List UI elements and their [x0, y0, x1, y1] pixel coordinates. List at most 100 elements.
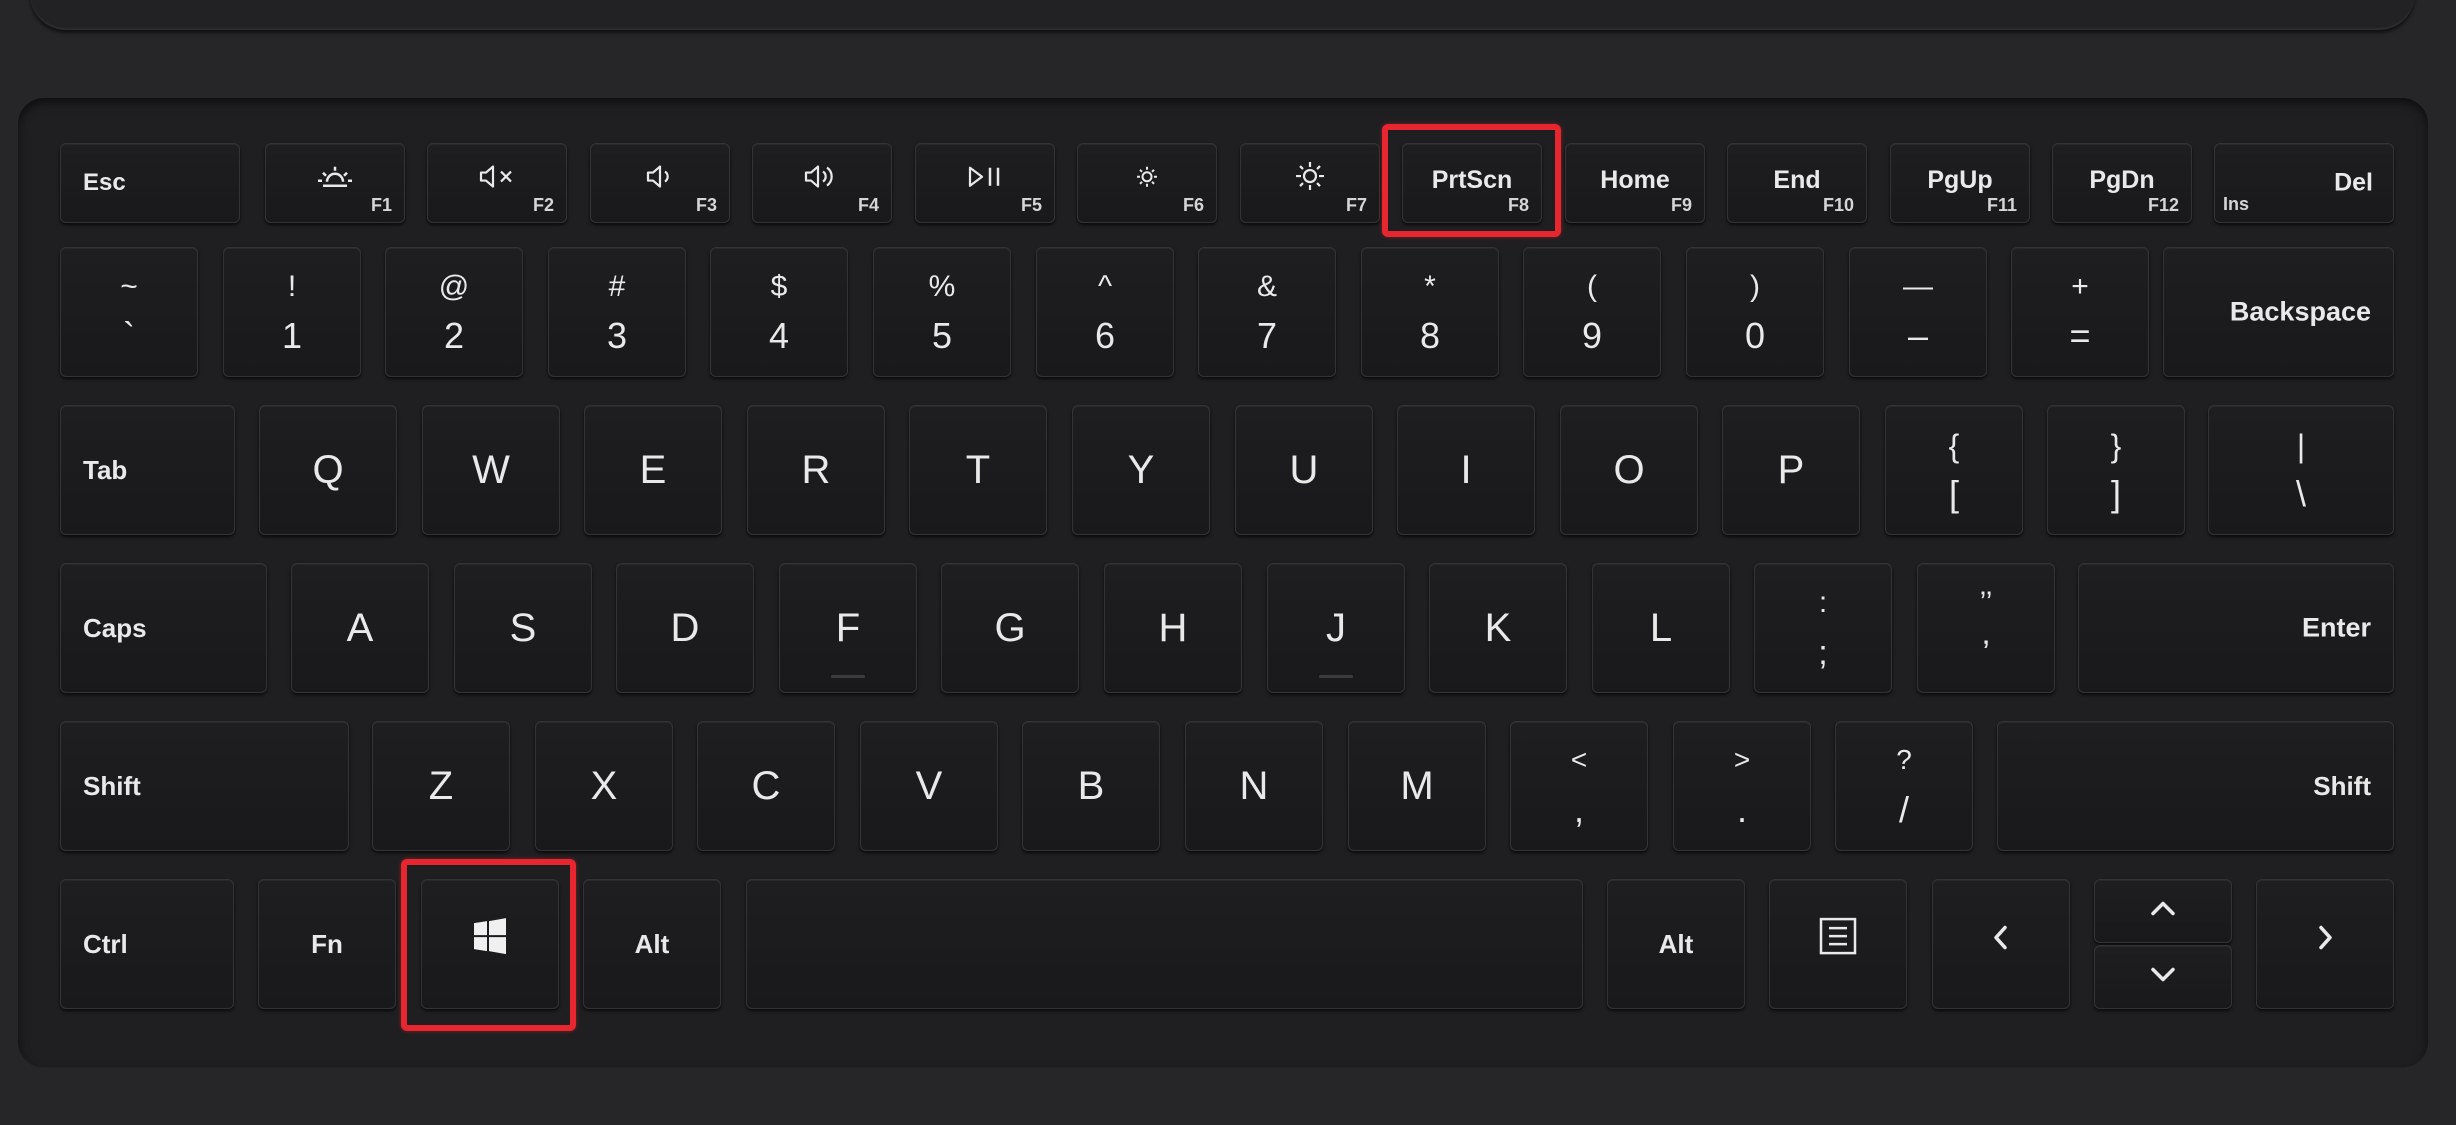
- key-y[interactable]: Y: [1072, 405, 1210, 535]
- key-arrow-down[interactable]: [2094, 945, 2232, 1009]
- home-row-nub: [831, 675, 865, 678]
- key-m[interactable]: M: [1348, 721, 1486, 851]
- key-2-at[interactable]: @2: [385, 247, 523, 377]
- play-pause-icon: [916, 164, 1054, 195]
- key-letter: F: [835, 606, 861, 650]
- key-home[interactable]: Home F9: [1565, 143, 1705, 223]
- key-w[interactable]: W: [422, 405, 560, 535]
- key-shift-left[interactable]: Shift: [60, 721, 349, 851]
- key-3-hash[interactable]: #3: [548, 247, 686, 377]
- key-f[interactable]: F: [779, 563, 917, 693]
- key-comma[interactable]: <,: [1510, 721, 1648, 851]
- key-n[interactable]: N: [1185, 721, 1323, 851]
- key-sym-tilde[interactable]: ~ `: [60, 247, 198, 377]
- key-semicolon[interactable]: :;: [1754, 563, 1892, 693]
- key-label: Del: [2334, 168, 2373, 197]
- key-4-dollar[interactable]: $4: [710, 247, 848, 377]
- key-7-ampersand[interactable]: & 7: [1198, 247, 1336, 377]
- key-letter: L: [1649, 606, 1673, 650]
- key-g[interactable]: G: [941, 563, 1079, 693]
- key-b[interactable]: B: [1022, 721, 1160, 851]
- function-key-number: F6: [1182, 195, 1204, 215]
- key-i[interactable]: I: [1397, 405, 1535, 535]
- key-shift-symbol: +: [2071, 270, 2089, 303]
- key-context-menu[interactable]: [1769, 879, 1907, 1009]
- key-q[interactable]: Q: [259, 405, 397, 535]
- key-z[interactable]: Z: [372, 721, 510, 851]
- key-j[interactable]: J: [1267, 563, 1405, 693]
- function-key-number: F9: [1670, 195, 1692, 215]
- key-letter: G: [994, 606, 1026, 650]
- key-shift-right[interactable]: Shift: [1997, 721, 2394, 851]
- key-f1[interactable]: F1: [265, 143, 405, 223]
- key-sym-underscore[interactable]: — –: [1849, 247, 1987, 377]
- key-a[interactable]: A: [291, 563, 429, 693]
- key-del[interactable]: Del Ins: [2214, 143, 2394, 223]
- key-h[interactable]: H: [1104, 563, 1242, 693]
- key-pgup[interactable]: PgUp F11: [1890, 143, 2030, 223]
- key-s[interactable]: S: [454, 563, 592, 693]
- key-caps[interactable]: Caps: [60, 563, 267, 693]
- key-f2[interactable]: F2: [427, 143, 567, 223]
- key-9-paren-open[interactable]: (9: [1523, 247, 1661, 377]
- key-letter: Q: [312, 448, 344, 492]
- key-primary-symbol: ’: [1982, 634, 1990, 672]
- key-enter[interactable]: Enter: [2078, 563, 2394, 693]
- key-0-paren-close[interactable]: ) 0: [1686, 247, 1824, 377]
- key-f4[interactable]: F4: [752, 143, 892, 223]
- key-ctrl[interactable]: Ctrl: [60, 879, 234, 1009]
- key-t[interactable]: T: [909, 405, 1047, 535]
- volume-down-icon: [591, 163, 729, 196]
- key-single-quote[interactable]: ’’’: [1917, 563, 2055, 693]
- key-label: Caps: [83, 613, 147, 643]
- key-5-percent[interactable]: % 5: [873, 247, 1011, 377]
- key-tab[interactable]: Tab: [60, 405, 235, 535]
- key-f6[interactable]: F6: [1077, 143, 1217, 223]
- brightness-down-icon: [1078, 164, 1216, 195]
- key-fn[interactable]: Fn: [258, 879, 396, 1009]
- key-8-asterisk[interactable]: * 8: [1361, 247, 1499, 377]
- key-k[interactable]: K: [1429, 563, 1567, 693]
- key-period[interactable]: >.: [1673, 721, 1811, 851]
- key-c[interactable]: C: [697, 721, 835, 851]
- key-space[interactable]: [746, 879, 1583, 1009]
- key-shift-symbol: :: [1818, 586, 1828, 619]
- key-primary-symbol: 0: [1744, 315, 1766, 356]
- key-l[interactable]: L: [1592, 563, 1730, 693]
- key-letter: M: [1400, 764, 1434, 808]
- key-esc[interactable]: Esc: [60, 143, 240, 223]
- function-key-number: F2: [532, 195, 554, 215]
- key-arrow-up[interactable]: [2094, 879, 2232, 943]
- key-f5[interactable]: F5: [915, 143, 1055, 223]
- key-sym-plus[interactable]: + =: [2011, 247, 2149, 377]
- key-bracket-open[interactable]: {[: [1885, 405, 2023, 535]
- key-primary-symbol: 9: [1581, 315, 1603, 356]
- key-f7[interactable]: F7: [1240, 143, 1380, 223]
- key-p[interactable]: P: [1722, 405, 1860, 535]
- arrow-down-icon: [2095, 965, 2231, 990]
- key-1-exclamation[interactable]: ! 1: [223, 247, 361, 377]
- key-alt-left[interactable]: Alt: [583, 879, 721, 1009]
- key-slash[interactable]: ? /: [1835, 721, 1973, 851]
- key-bracket-close[interactable]: }]: [2047, 405, 2185, 535]
- key-u[interactable]: U: [1235, 405, 1373, 535]
- key-f3[interactable]: F3: [590, 143, 730, 223]
- key-alt-right[interactable]: Alt: [1607, 879, 1745, 1009]
- key-r[interactable]: R: [747, 405, 885, 535]
- key-6-caret[interactable]: ^ 6: [1036, 247, 1174, 377]
- key-d[interactable]: D: [616, 563, 754, 693]
- key-backslash[interactable]: | \: [2208, 405, 2394, 535]
- key-label: Backspace: [2229, 296, 2371, 327]
- key-v[interactable]: V: [860, 721, 998, 851]
- key-o[interactable]: O: [1560, 405, 1698, 535]
- key-arrow-right[interactable]: [2256, 879, 2394, 1009]
- key-backspace[interactable]: Backspace: [2163, 247, 2394, 377]
- key-shift-symbol: #: [608, 270, 626, 303]
- key-shift-symbol: ?: [1896, 744, 1912, 775]
- key-x[interactable]: X: [535, 721, 673, 851]
- key-arrow-left[interactable]: [1932, 879, 2070, 1009]
- key-e[interactable]: E: [584, 405, 722, 535]
- key-end[interactable]: End F10: [1727, 143, 1867, 223]
- mute-icon: [428, 163, 566, 196]
- key-pgdn[interactable]: PgDn F12: [2052, 143, 2192, 223]
